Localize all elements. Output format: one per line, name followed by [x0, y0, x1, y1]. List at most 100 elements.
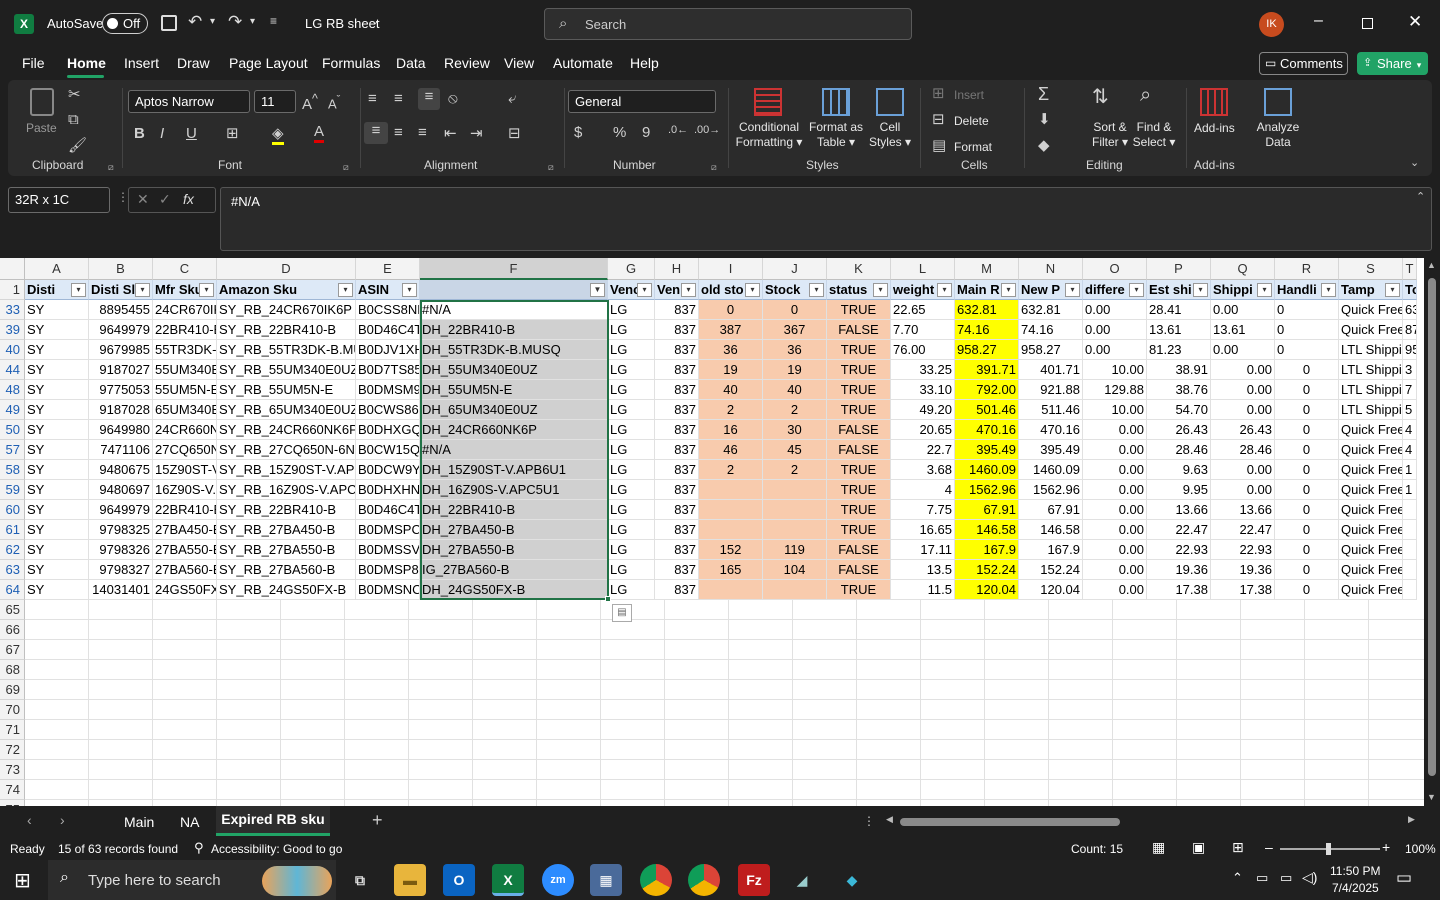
table-cell[interactable]: 24CR670IK	[153, 300, 217, 320]
show-hidden-icons[interactable]: ⌃	[1232, 870, 1243, 886]
clock-time[interactable]: 11:50 PM	[1330, 864, 1380, 878]
table-cell[interactable]: 837	[655, 560, 699, 580]
table-cell[interactable]: 22.47	[1147, 520, 1211, 540]
align-center-icon[interactable]: ≡	[394, 124, 403, 141]
hscroll-left-icon[interactable]: ◀	[886, 814, 893, 825]
table-cell[interactable]: LTL Shippi	[1339, 400, 1403, 420]
maximize-icon[interactable]	[1362, 18, 1373, 29]
table-header-cell[interactable]: Shippi ▾	[1211, 280, 1275, 300]
cell-styles-button[interactable]: Cell Styles ▾	[868, 120, 912, 150]
table-cell[interactable]: SY_RB_24CR660NK6P	[217, 420, 356, 440]
table-header-cell[interactable]: old sto ▾	[699, 280, 763, 300]
table-cell[interactable]	[763, 480, 827, 500]
table-cell[interactable]: 13.66	[1147, 500, 1211, 520]
format-painter-icon[interactable]: 🖌	[68, 136, 87, 154]
table-cell[interactable]: 632.81	[1019, 300, 1083, 320]
empty-row[interactable]	[25, 780, 1424, 800]
table-cell[interactable]: 921.88	[1019, 380, 1083, 400]
table-cell[interactable]: 5	[1403, 400, 1417, 420]
filter-active-icon[interactable]: ▼	[590, 283, 605, 297]
table-cell[interactable]: SY_RB_24CR670IK6P	[217, 300, 356, 320]
table-cell[interactable]: 0.00	[1083, 520, 1147, 540]
table-cell[interactable]: 837	[655, 380, 699, 400]
table-cell[interactable]: 0	[1275, 560, 1339, 580]
filezilla-icon[interactable]: Fz	[738, 864, 770, 896]
insert-function-icon[interactable]: fx	[183, 191, 194, 207]
table-cell[interactable]: SY	[25, 420, 89, 440]
spreadsheet-grid[interactable]: ABCDEFGHIJKLMNOPQRST 1 Disti ▾ Disti Sl ▾ Mfr…	[0, 258, 1424, 806]
table-cell[interactable]: 26.43	[1147, 420, 1211, 440]
table-cell[interactable]: 470.16	[1019, 420, 1083, 440]
row-header[interactable]: 66	[0, 620, 25, 640]
table-header-cell[interactable]: Ven ▾	[655, 280, 699, 300]
wrap-text-icon[interactable]: ⤶	[508, 90, 516, 107]
table-cell[interactable]: B0D7TS85	[356, 360, 420, 380]
table-cell[interactable]: 55TR3DK-E	[153, 340, 217, 360]
table-cell[interactable]: 511.46	[1019, 400, 1083, 420]
notifications-icon[interactable]: ▭	[1396, 868, 1412, 888]
table-cell[interactable]: 27BA550-E	[153, 540, 217, 560]
table-cell[interactable]: TRUE	[827, 400, 891, 420]
table-cell[interactable]: 0	[1275, 320, 1339, 340]
column-header-e[interactable]: E	[356, 258, 420, 280]
addins-button[interactable]: Add-ins	[1194, 121, 1235, 135]
table-cell[interactable]: 19	[763, 360, 827, 380]
table-cell[interactable]: 0.00	[1083, 300, 1147, 320]
table-cell[interactable]: 9649980	[89, 420, 153, 440]
column-header-h[interactable]: H	[655, 258, 699, 280]
table-header-cell[interactable]: ASIN ▾	[356, 280, 420, 300]
filter-dropdown-icon[interactable]: ▾	[745, 283, 760, 297]
table-cell[interactable]: 837	[655, 400, 699, 420]
decrease-font-icon[interactable]: Aˇ	[328, 94, 340, 111]
table-header-cell[interactable]: New P ▾	[1019, 280, 1083, 300]
redo-icon[interactable]: ↷	[228, 12, 242, 32]
table-cell[interactable]: 9775053	[89, 380, 153, 400]
table-cell[interactable]: 9187028	[89, 400, 153, 420]
table-cell[interactable]: B0CWS86L	[356, 400, 420, 420]
table-cell[interactable]: B0DJV1XH	[356, 340, 420, 360]
table-cell[interactable]: 0.00	[1083, 440, 1147, 460]
underline-icon[interactable]: U	[186, 125, 197, 142]
table-cell[interactable]: 837	[655, 320, 699, 340]
table-cell[interactable]: 152.24	[955, 560, 1019, 580]
table-cell[interactable]: Quick Free	[1339, 320, 1403, 340]
filter-dropdown-icon[interactable]: ▾	[135, 283, 150, 297]
column-header-s[interactable]: S	[1339, 258, 1403, 280]
table-cell[interactable]: B0D46C4T	[356, 500, 420, 520]
column-header-c[interactable]: C	[153, 258, 217, 280]
table-cell[interactable]: LG	[608, 320, 655, 340]
row-header[interactable]: 74	[0, 780, 25, 800]
table-cell[interactable]: 28.46	[1211, 440, 1275, 460]
menu-file[interactable]: File	[22, 55, 45, 71]
column-header-l[interactable]: L	[891, 258, 955, 280]
row-header[interactable]: 50	[0, 420, 25, 440]
table-header-cell[interactable]: Est shi ▾	[1147, 280, 1211, 300]
table-header-cell[interactable]: Disti Sl ▾	[89, 280, 153, 300]
table-cell[interactable]: 0.00	[1083, 460, 1147, 480]
table-cell[interactable]: 27BA450-E	[153, 520, 217, 540]
quick-analysis-icon[interactable]: ▤	[612, 604, 632, 622]
taskbar-search[interactable]: ⌕ Type here to search	[48, 860, 336, 900]
italic-icon[interactable]: I	[160, 125, 164, 142]
network-icon[interactable]: ▭	[1280, 870, 1292, 886]
table-cell[interactable]: DH_22BR410-B	[420, 500, 608, 520]
menu-help[interactable]: Help	[630, 55, 659, 71]
add-sheet-icon[interactable]: +	[372, 810, 383, 831]
table-cell[interactable]: 837	[655, 460, 699, 480]
table-cell[interactable]: TRUE	[827, 520, 891, 540]
table-cell[interactable]: LG	[608, 480, 655, 500]
zoom-app-icon[interactable]: zm	[542, 864, 574, 896]
vertical-scrollbar[interactable]: ▲ ▼	[1424, 258, 1440, 806]
table-cell[interactable]: 1562.96	[1019, 480, 1083, 500]
autosave-toggle[interactable]: Off	[102, 13, 148, 34]
zoom-in-icon[interactable]: +	[1382, 839, 1390, 855]
clipboard-launcher-icon[interactable]: ⧄	[108, 162, 114, 173]
table-cell[interactable]: LG	[608, 580, 655, 600]
row-header[interactable]: 48	[0, 380, 25, 400]
filter-dropdown-icon[interactable]: ▾	[71, 283, 86, 297]
conditional-formatting-button[interactable]: Conditional Formatting ▾	[730, 120, 808, 150]
select-all-corner[interactable]	[0, 258, 25, 280]
table-cell[interactable]: SY	[25, 560, 89, 580]
number-launcher-icon[interactable]: ⧄	[711, 162, 717, 173]
table-cell[interactable]: 0	[1275, 360, 1339, 380]
